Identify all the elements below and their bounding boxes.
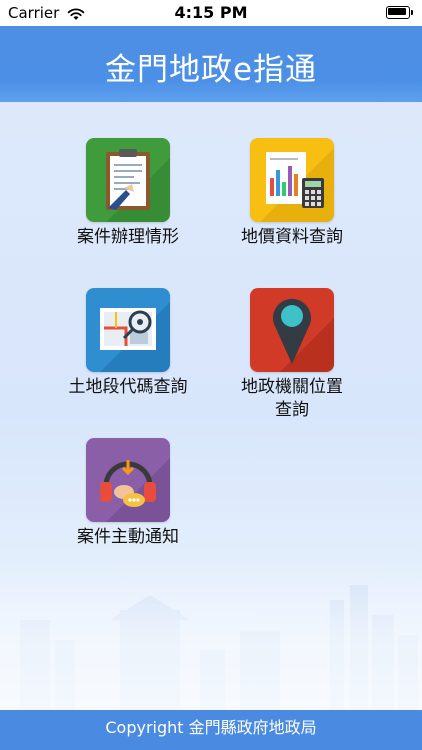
app-header: 金門地政e指通: [0, 26, 422, 102]
menu-item-label: 土地段代碼查詢: [68, 377, 188, 397]
footer-copyright: Copyright 金門縣政府地政局: [0, 710, 422, 750]
menu-item-label: 地政機關位置查詢: [241, 377, 343, 420]
menu-item-label: 案件主動通知: [77, 527, 179, 547]
battery-icon: [386, 6, 414, 19]
menu-item-label: 案件辦理情形: [77, 227, 179, 247]
headset-chat-icon: [86, 438, 170, 522]
clock: 4:15 PM: [174, 3, 248, 22]
chart-calculator-icon: [250, 138, 334, 222]
skyline-background: [0, 560, 422, 710]
menu-item-office-location[interactable]: 地政機關位置查詢: [212, 288, 372, 422]
page-title: 金門地政e指通: [104, 52, 318, 88]
location-pin-icon: [250, 288, 334, 372]
menu-item-label: 地價資料查詢: [241, 227, 343, 247]
map-search-icon: [86, 288, 170, 372]
status-bar: Carrier 4:15 PM: [0, 0, 422, 26]
menu-item-land-price[interactable]: 地價資料查詢: [212, 138, 372, 249]
menu-item-land-section-code[interactable]: 土地段代碼查詢: [48, 288, 208, 399]
menu-item-case-notification[interactable]: 案件主動通知: [48, 438, 208, 549]
clipboard-document-icon: [86, 138, 170, 222]
menu-item-case-status[interactable]: 案件辦理情形: [48, 138, 208, 249]
